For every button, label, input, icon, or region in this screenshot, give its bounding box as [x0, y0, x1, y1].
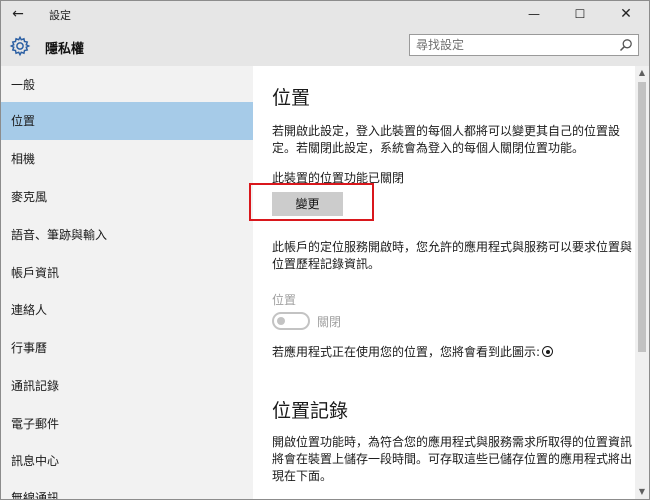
close-button[interactable]: ✕	[603, 1, 649, 27]
scroll-up-arrow-icon[interactable]: ▲	[635, 66, 649, 80]
sidebar-item-speech-inking-typing[interactable]: 語音、筆跡與輸入	[1, 216, 253, 254]
change-button[interactable]: 變更	[272, 192, 343, 216]
minimize-button[interactable]: —	[511, 1, 557, 27]
title-bar: ← 設定 — ☐ ✕	[1, 1, 649, 27]
search-icon[interactable]	[619, 38, 633, 52]
sidebar-item-email[interactable]: 電子郵件	[1, 405, 253, 443]
location-history-description: 開啟位置功能時，為符合您的應用程式與服務需求所取得的位置資訊將會在裝置上儲存一段…	[272, 435, 633, 483]
scroll-thumb[interactable]	[638, 82, 646, 352]
maximize-button[interactable]: ☐	[557, 1, 603, 27]
page-title: 隱私權	[45, 42, 85, 57]
page-header: 隱私權	[1, 27, 649, 66]
location-in-use-text: 若應用程式正在使用您的位置，您將會看到此圖示:	[272, 345, 541, 359]
toggle-knob	[277, 317, 285, 325]
location-toggle-state: 關閉	[317, 315, 342, 329]
sidebar-item-radios[interactable]: 無線通訊	[1, 479, 253, 499]
sidebar-item-call-history[interactable]: 通訊記錄	[1, 367, 253, 405]
gear-icon	[9, 35, 31, 57]
location-description: 若開啟此設定，登入此裝置的每個人都將可以變更其自己的位置設定。若關閉此設定，系統…	[272, 124, 621, 155]
location-history-heading: 位置記錄	[272, 400, 349, 422]
sidebar-item-messaging[interactable]: 訊息中心	[1, 442, 253, 480]
sidebar-item-camera[interactable]: 相機	[1, 140, 253, 178]
location-toggle[interactable]	[272, 312, 310, 330]
main-content: 位置 若開啟此設定，登入此裝置的每個人都將可以變更其自己的位置設定。若關閉此設定…	[253, 66, 635, 499]
sidebar-item-location[interactable]: 位置	[1, 102, 253, 140]
content-scrollbar[interactable]: ▲ ▼	[635, 66, 649, 499]
settings-window: ← 設定 — ☐ ✕ 隱私權 一般 位置 相機 麥克風 語音、筆跡與輸入 帳戶資…	[0, 0, 650, 500]
location-in-use-icon	[542, 346, 554, 357]
search-input[interactable]	[416, 35, 612, 55]
sidebar: 一般 位置 相機 麥克風 語音、筆跡與輸入 帳戶資訊 連絡人 行事曆 通訊記錄 …	[1, 66, 253, 499]
account-location-description: 此帳戶的定位服務開啟時，您允許的應用程式與服務可以要求位置與位置歷程記錄資訊。	[272, 240, 633, 271]
scroll-down-arrow-icon[interactable]: ▼	[635, 485, 649, 499]
sidebar-item-calendar[interactable]: 行事曆	[1, 329, 253, 367]
location-heading: 位置	[272, 87, 311, 109]
app-title: 設定	[49, 9, 71, 22]
sidebar-item-microphone[interactable]: 麥克風	[1, 178, 253, 216]
sidebar-item-general[interactable]: 一般	[1, 66, 253, 104]
search-box[interactable]	[409, 34, 639, 56]
back-button[interactable]: ←	[7, 4, 29, 24]
device-location-status: 此裝置的位置功能已關閉	[272, 171, 405, 185]
location-toggle-label: 位置	[272, 293, 297, 307]
sidebar-item-contacts[interactable]: 連絡人	[1, 291, 253, 329]
sidebar-item-account-info[interactable]: 帳戶資訊	[1, 254, 253, 292]
location-in-use-note: 若應用程式正在使用您的位置，您將會看到此圖示:	[272, 344, 632, 361]
